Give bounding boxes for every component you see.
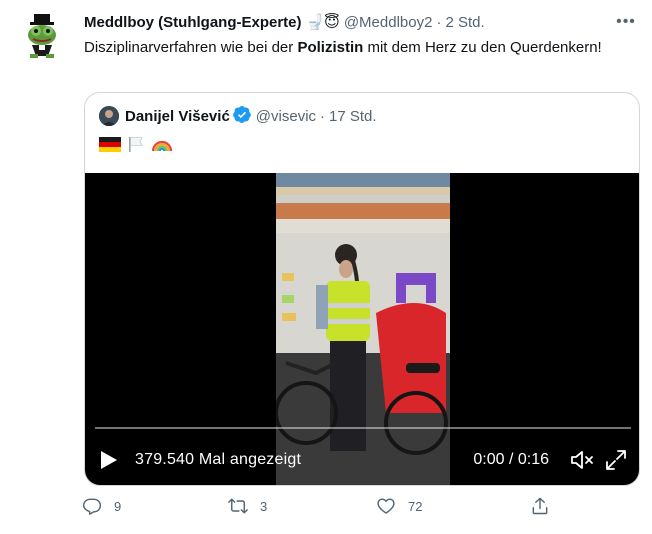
fullscreen-icon	[606, 450, 626, 470]
tweet-actions: 9 3 72	[80, 496, 560, 524]
play-button[interactable]	[97, 448, 121, 472]
mute-button[interactable]	[569, 448, 595, 472]
retweet-button[interactable]: 3	[228, 496, 267, 516]
tweet-text-part2: mit dem Herz zu den Querdenkern!	[363, 39, 602, 56]
quoted-tweet-header: Danijel Višević @visevic · 17 Std.	[99, 105, 377, 127]
tweet-time[interactable]: 2 Std.	[445, 14, 484, 31]
reply-icon	[82, 496, 102, 516]
like-count: 72	[408, 498, 423, 514]
retweet-count: 3	[260, 498, 268, 514]
author-name[interactable]: Meddlboy (Stuhlgang-Experte)	[84, 14, 302, 31]
more-horizontal-icon: •••	[616, 13, 636, 30]
video-progress-bar[interactable]	[95, 427, 631, 429]
reply-count: 9	[114, 498, 122, 514]
view-count: 379.540 Mal angezeigt	[135, 451, 302, 468]
tweet-header: Meddlboy (Stuhlgang-Experte) 🚽😇 @Meddlbo…	[84, 12, 612, 32]
quoted-tweet-text: 🇩🇪 🏳️ 🌈	[99, 135, 173, 153]
author-avatar[interactable]	[18, 12, 66, 60]
like-button[interactable]: 72	[376, 496, 422, 516]
frog-avatar-icon	[18, 12, 66, 60]
person-avatar-icon	[99, 106, 119, 126]
share-button[interactable]	[530, 496, 562, 516]
quoted-tweet-time: 17 Std.	[329, 107, 377, 125]
author-emojis: 🚽😇	[305, 13, 340, 31]
share-icon	[530, 496, 550, 516]
rainbow-icon-visual	[151, 140, 173, 152]
tweet-text-bold: Polizistin	[297, 39, 364, 56]
heart-icon	[376, 496, 396, 516]
quoted-tweet[interactable]: Danijel Višević @visevic · 17 Std. 🇩🇪 🏳️…	[84, 92, 640, 486]
fullscreen-button[interactable]	[603, 448, 629, 472]
more-options-button[interactable]: •••	[616, 12, 636, 32]
volume-muted-icon	[571, 451, 593, 469]
quoted-author-name: Danijel Višević	[125, 107, 230, 125]
tweet-text-part1: Disziplinarverfahren wie bei der	[84, 39, 298, 56]
quoted-author-avatar	[99, 106, 119, 126]
flag-germany-icon-visual	[99, 136, 121, 152]
separator-dot: ·	[436, 13, 442, 31]
author-handle[interactable]: @Meddlboy2	[344, 14, 433, 31]
retweet-icon	[228, 496, 248, 516]
quoted-separator-dot: ·	[320, 107, 326, 125]
video-player[interactable]: 379.540 Mal angezeigt 0:00 / 0:16	[85, 173, 639, 485]
verified-badge-icon	[232, 105, 252, 128]
video-time: 0:00 / 0:16	[473, 451, 549, 468]
play-icon	[101, 451, 117, 469]
quoted-author-handle: @visevic	[255, 107, 317, 125]
white-flag-icon-visual	[129, 137, 143, 152]
tweet-text: Disziplinarverfahren wie bei der Polizis…	[84, 37, 614, 58]
reply-button[interactable]: 9	[82, 496, 121, 516]
video-frame-image	[276, 173, 450, 485]
video-controls: 379.540 Mal angezeigt 0:00 / 0:16	[85, 443, 639, 477]
